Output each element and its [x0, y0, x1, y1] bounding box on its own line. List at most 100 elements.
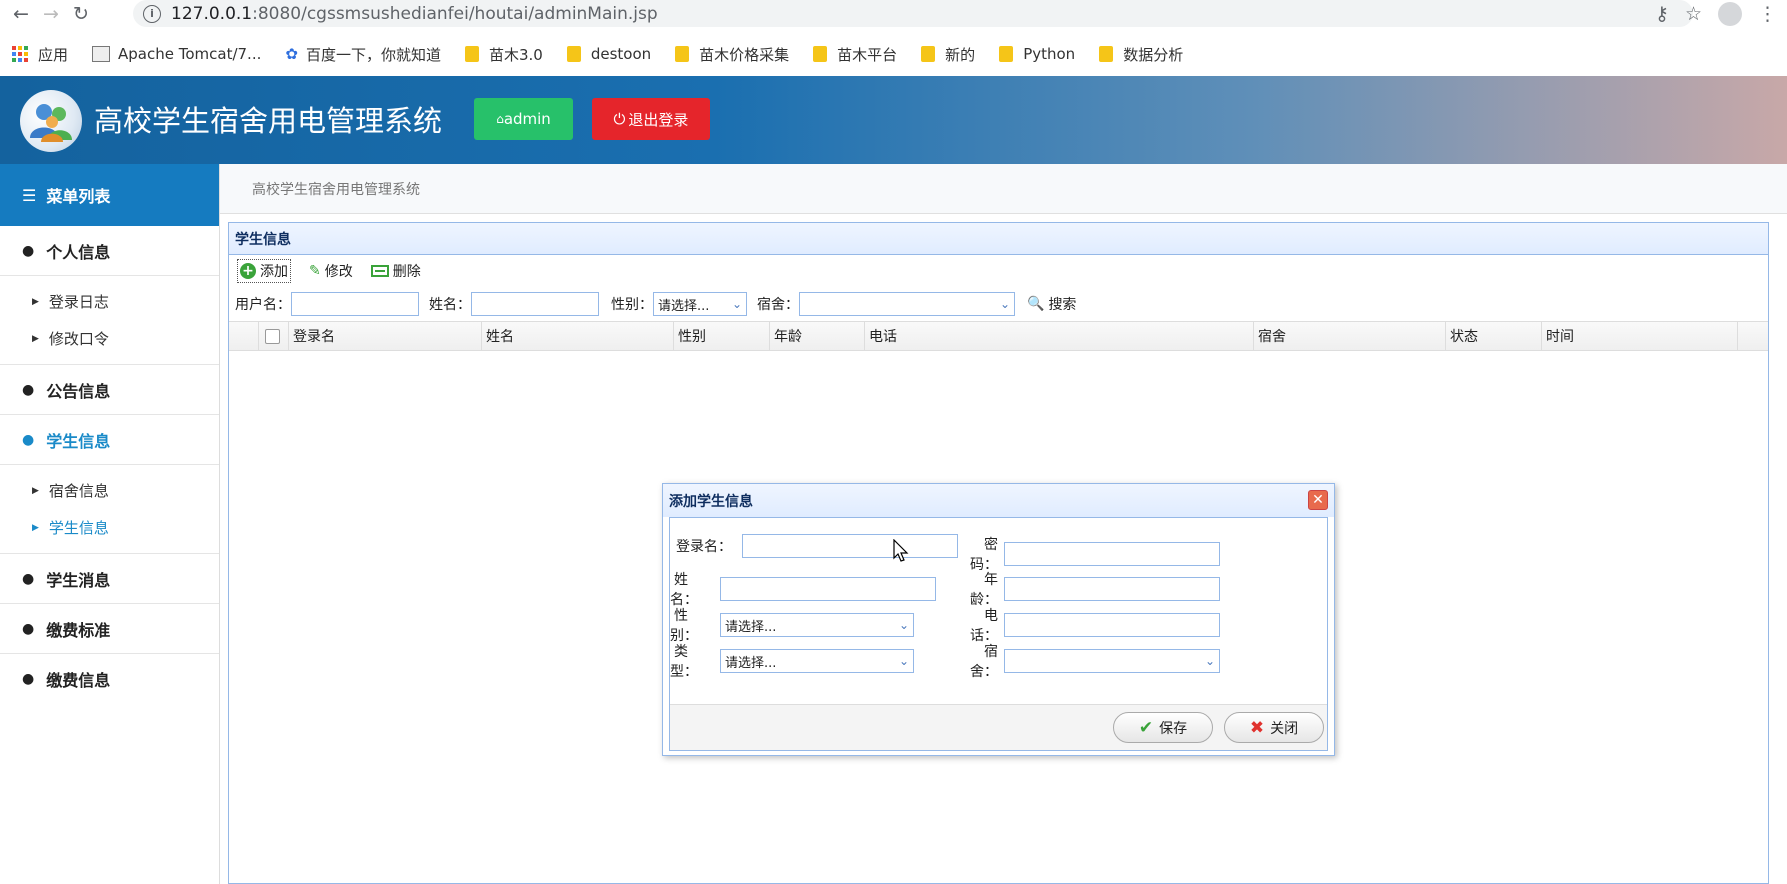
row-number-header [229, 322, 259, 350]
bookmark-folder[interactable]: 苗木3.0 [464, 44, 543, 65]
user-icon: ● [22, 381, 35, 398]
close-button[interactable]: ✖ 关闭 [1224, 712, 1324, 743]
sidebar-section-personal[interactable]: ● 个人信息 [0, 226, 219, 276]
system-title: 高校学生宿舍用电管理系统 [94, 104, 443, 138]
age-input[interactable] [1004, 577, 1220, 601]
pencil-icon: ✎ [309, 263, 321, 279]
password-label: 密码： [970, 537, 998, 573]
bookmark-folder[interactable]: 新的 [921, 44, 975, 65]
search-icon: 🔍 [1027, 296, 1045, 312]
add-icon: + [240, 263, 256, 279]
sidebar-item-student-info[interactable]: ▶ 学生信息 [0, 509, 219, 546]
caret-right-icon: ▶ [32, 296, 39, 307]
app-header: 高校学生宿舍用电管理系统 ⌂ admin ⏻ 退出登录 [0, 76, 1787, 164]
save-button[interactable]: ✔ 保存 [1113, 712, 1213, 743]
bookmark-folder[interactable]: 苗木平台 [813, 44, 897, 65]
chevron-down-icon[interactable]: ⌄ [1201, 650, 1219, 672]
select-all-header [259, 322, 289, 350]
sidebar-section-notice[interactable]: ● 公告信息 [0, 365, 219, 415]
profile-avatar[interactable] [1718, 2, 1742, 26]
login-name-label: 登录名： [676, 539, 732, 555]
folder-icon [675, 46, 690, 62]
folder-icon [921, 46, 936, 62]
admin-button[interactable]: ⌂ admin [474, 98, 573, 140]
name-input[interactable] [471, 292, 599, 316]
bookmark-folder[interactable]: destoon [566, 45, 651, 63]
close-icon[interactable]: ✕ [1308, 490, 1328, 510]
column-header[interactable]: 登录名 [289, 322, 482, 350]
list-icon: ☰ [22, 185, 37, 205]
gender-select[interactable]: 请选择... ⌄ [653, 292, 747, 316]
dorm-label: 宿舍： [970, 644, 998, 680]
info-icon[interactable]: i [143, 4, 161, 23]
chevron-down-icon[interactable]: ⌄ [996, 293, 1014, 315]
dorm-select[interactable]: ⌄ [1004, 649, 1220, 673]
url-host: 127.0.0.1 [171, 3, 253, 24]
forward-icon[interactable]: → [36, 0, 66, 28]
star-icon[interactable]: ☆ [1685, 3, 1702, 25]
column-header[interactable]: 状态 [1446, 322, 1542, 350]
logout-button[interactable]: ⏻ 退出登录 [592, 98, 710, 140]
url-path: :8080/cgssmsushedianfei/houtai/adminMain… [252, 3, 658, 24]
select-all-checkbox[interactable] [265, 328, 280, 344]
bookmark-folder[interactable]: Python [999, 45, 1075, 63]
bookmark-folder[interactable]: 苗木价格采集 [675, 44, 789, 65]
dorm-label: 宿舍： [757, 297, 799, 313]
column-header[interactable]: 电话 [865, 322, 1254, 350]
sidebar-section-messages[interactable]: ● 学生消息 [0, 554, 219, 604]
users-logo-icon [20, 90, 82, 152]
column-header[interactable]: 年龄 [770, 322, 865, 350]
sidebar: ☰ 菜单列表 ● 个人信息 ▶ 登录日志 ▶ 修改口令 ● 公告信息 ● 学生信息 ▶ 宿舍… [0, 164, 220, 884]
phone-input[interactable] [1004, 613, 1220, 637]
column-header[interactable]: 性别 [674, 322, 770, 350]
back-icon[interactable]: ← [6, 0, 36, 28]
sidebar-section-fee-standard[interactable]: ● 缴费标准 [0, 604, 219, 654]
tomcat-icon [92, 46, 111, 62]
search-button[interactable]: 🔍 搜索 [1027, 294, 1076, 314]
bookmark-folder[interactable]: 数据分析 [1099, 44, 1183, 65]
column-header[interactable]: 宿舍 [1254, 322, 1446, 350]
paw-icon: ✿ [285, 45, 298, 63]
password-input[interactable] [1004, 542, 1220, 566]
sidebar-section-student[interactable]: ● 学生信息 [0, 415, 219, 465]
sidebar-item-dorm-info[interactable]: ▶ 宿舍信息 [0, 472, 219, 509]
folder-icon [999, 46, 1014, 62]
gender-select[interactable]: 请选择... ⌄ [720, 613, 914, 637]
username-input[interactable] [291, 292, 419, 316]
chevron-down-icon[interactable]: ⌄ [895, 614, 913, 636]
column-header[interactable]: 时间 [1542, 322, 1738, 350]
add-student-dialog: 添加学生信息 ✕ 登录名： 密码： 姓名： 年龄： 性别： 请选择... ⌄ 电… [662, 483, 1335, 756]
sidebar-section-fee-info[interactable]: ● 缴费信息 [0, 654, 219, 704]
sidebar-item-change-password[interactable]: ▶ 修改口令 [0, 320, 219, 357]
key-icon[interactable]: ⚷ [1655, 3, 1669, 25]
search-bar: 用户名： 姓名： 性别： 请选择... ⌄ 宿舍： ⌄ 🔍 搜索 [229, 287, 1768, 321]
dorm-select[interactable]: ⌄ [799, 292, 1015, 316]
breadcrumb: 高校学生宿舍用电管理系统 [220, 164, 1787, 214]
name-input[interactable] [720, 577, 936, 601]
user-icon: ● [22, 431, 35, 448]
type-select[interactable]: 请选择... ⌄ [720, 649, 914, 673]
caret-right-icon: ▶ [32, 485, 39, 496]
reload-icon[interactable]: ↻ [66, 0, 96, 28]
user-icon: ● [22, 242, 35, 259]
home-icon: ⌂ [496, 112, 504, 126]
more-icon[interactable]: ⋮ [1758, 3, 1777, 25]
edit-button[interactable]: ✎ 修改 [309, 261, 353, 281]
bookmarks-bar: 应用 Apache Tomcat/7... ✿ 百度一下，你就知道 苗木3.0 … [0, 36, 1787, 72]
folder-icon [464, 46, 479, 62]
phone-label: 电话： [970, 608, 998, 644]
login-name-input[interactable] [742, 534, 958, 558]
bookmark-apps[interactable]: 应用 [12, 44, 68, 65]
url-field[interactable]: i 127.0.0.1:8080/cgssmsushedianfei/houta… [133, 0, 1693, 27]
bookmark-baidu[interactable]: ✿ 百度一下，你就知道 [285, 44, 441, 65]
add-button[interactable]: + 添加 [237, 259, 291, 283]
chevron-down-icon[interactable]: ⌄ [728, 293, 746, 315]
chevron-down-icon[interactable]: ⌄ [895, 650, 913, 672]
sidebar-item-login-log[interactable]: ▶ 登录日志 [0, 283, 219, 320]
delete-button[interactable]: 删除 [370, 261, 421, 281]
dialog-title: 添加学生信息 [669, 493, 753, 510]
type-label: 类型： [670, 644, 698, 680]
gender-label: 性别： [670, 608, 698, 644]
column-header[interactable]: 姓名 [482, 322, 674, 350]
bookmark-tomcat[interactable]: Apache Tomcat/7... [92, 45, 261, 63]
